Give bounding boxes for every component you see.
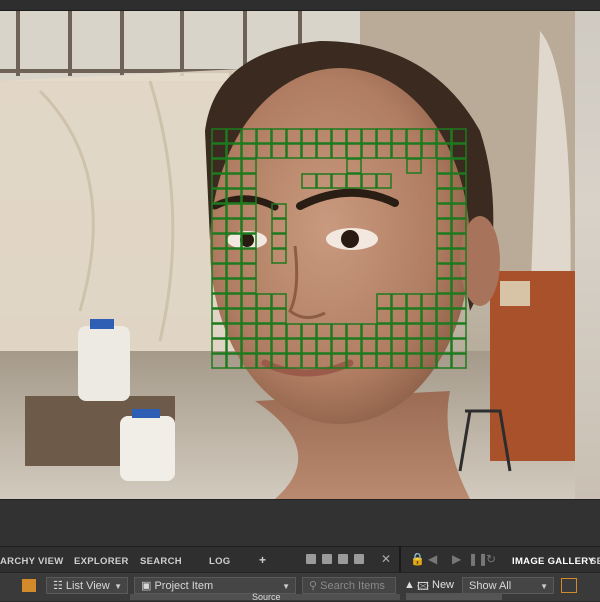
add-tab-button[interactable]: + xyxy=(259,553,266,567)
tab-hierarchy-view[interactable]: ARCHY VIEW xyxy=(0,556,64,567)
chevron-down-icon: ▼ xyxy=(540,582,548,591)
viewer-footer xyxy=(0,499,600,547)
chevron-down-icon: ▼ xyxy=(282,582,290,591)
water-jug-2 xyxy=(120,416,175,481)
list-layout-icon[interactable] xyxy=(354,554,364,564)
layout-icons xyxy=(306,554,364,564)
tab-log[interactable]: LOG xyxy=(209,556,230,567)
viewer-canvas xyxy=(0,11,575,499)
play-icon[interactable]: ▶ xyxy=(452,552,461,566)
tab-search[interactable]: SEARCH xyxy=(140,556,182,567)
panel-tab-bar: ARCHY VIEW EXPLORER SEARCH LOG + ✕ 🔒 ◀ ▶… xyxy=(0,546,600,573)
water-jug-1 xyxy=(78,326,130,401)
lock-icon[interactable]: 🔒 xyxy=(410,552,425,566)
view-mode-dropdown[interactable]: ☷ List View ▼ xyxy=(46,577,128,594)
close-icon[interactable]: ✕ xyxy=(381,552,391,566)
image-viewer[interactable] xyxy=(0,11,575,499)
window-top-frame xyxy=(0,0,600,11)
chevron-down-icon: ▼ xyxy=(114,582,122,591)
back-icon[interactable]: ◀ xyxy=(428,552,437,566)
grid-layout-icon[interactable] xyxy=(306,554,316,564)
refresh-icon[interactable]: ↻ xyxy=(486,552,496,566)
item-icon: ▣ xyxy=(141,580,155,592)
search-input[interactable]: ⚲ Search Items xyxy=(302,577,396,594)
gallery-scroll-strip[interactable] xyxy=(406,593,502,600)
list-icon: ☷ xyxy=(53,580,66,592)
tab-image-gallery[interactable]: IMAGE GALLERY xyxy=(512,556,595,567)
tab-explorer[interactable]: EXPLORER xyxy=(74,556,129,567)
tab-overflow[interactable]: SE xyxy=(590,556,600,567)
gallery-filter-dropdown[interactable]: Show All ▼ xyxy=(462,577,554,594)
thumbnail-icon[interactable] xyxy=(561,578,577,593)
new-button[interactable]: New xyxy=(432,579,454,591)
viewer-right-edge xyxy=(575,11,600,499)
source-column-label: Source xyxy=(252,592,281,602)
columns-layout-icon[interactable] xyxy=(338,554,348,564)
folder-icon[interactable] xyxy=(22,579,36,592)
split-layout-icon[interactable] xyxy=(322,554,332,564)
search-icon: ⚲ xyxy=(309,580,321,592)
arrow-up-icon[interactable]: ▲ xyxy=(404,579,415,591)
